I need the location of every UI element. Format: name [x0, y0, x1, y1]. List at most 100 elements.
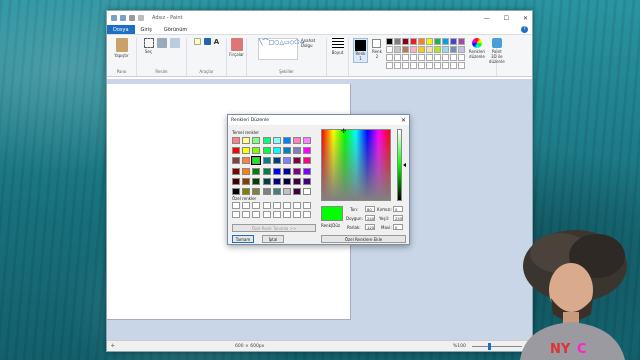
lum-field[interactable]: 120 — [365, 224, 375, 230]
palette-swatch-empty[interactable] — [393, 62, 401, 69]
basic-color-swatch[interactable] — [282, 147, 291, 155]
palette-swatch[interactable] — [417, 38, 425, 45]
basic-color-swatch[interactable] — [242, 147, 251, 155]
basic-color-swatch[interactable] — [293, 147, 302, 155]
basic-color-swatch[interactable] — [303, 137, 312, 144]
custom-color-swatch[interactable] — [232, 202, 240, 209]
custom-color-swatch[interactable] — [232, 211, 240, 219]
basic-color-swatch[interactable] — [272, 167, 281, 175]
brushes-button[interactable]: Fırçalar — [229, 38, 244, 57]
zoom-slider-thumb[interactable] — [488, 343, 491, 350]
palette-swatch-empty[interactable] — [385, 62, 393, 69]
basic-color-swatch[interactable] — [293, 137, 302, 144]
palette-swatch[interactable] — [409, 46, 417, 53]
basic-color-swatch[interactable] — [303, 147, 312, 155]
palette-swatch[interactable] — [393, 38, 401, 45]
custom-color-swatch[interactable] — [252, 202, 261, 209]
basic-color-swatch[interactable] — [252, 187, 261, 195]
custom-color-swatch[interactable] — [272, 202, 281, 209]
palette-swatch-empty[interactable] — [449, 62, 457, 69]
palette-swatch-empty[interactable] — [441, 54, 449, 61]
palette-swatch[interactable] — [457, 46, 465, 53]
basic-color-swatch[interactable] — [262, 147, 271, 155]
blue-field[interactable]: 0 — [393, 224, 403, 230]
basic-color-swatch[interactable] — [262, 187, 271, 195]
sat-field[interactable]: 240 — [365, 215, 375, 221]
select-button[interactable]: Seç — [143, 38, 154, 54]
crop-icon[interactable] — [156, 38, 167, 48]
save-icon[interactable] — [120, 15, 126, 21]
close-button[interactable]: ✕ — [523, 15, 528, 22]
palette-swatch[interactable] — [449, 46, 457, 53]
basic-color-swatch[interactable] — [272, 157, 281, 165]
pencil-icon[interactable] — [193, 38, 201, 45]
basic-color-swatch[interactable] — [303, 177, 312, 185]
custom-color-swatch[interactable] — [272, 211, 281, 219]
cancel-button[interactable]: İptal — [262, 235, 284, 243]
fill-icon[interactable] — [203, 38, 211, 45]
palette-swatch[interactable] — [401, 38, 409, 45]
palette-swatch[interactable] — [449, 38, 457, 45]
palette-swatch-empty[interactable] — [449, 54, 457, 61]
basic-color-swatch[interactable] — [252, 167, 261, 175]
palette-swatch[interactable] — [417, 46, 425, 53]
custom-color-swatch[interactable] — [303, 211, 312, 219]
custom-color-swatch[interactable] — [282, 211, 291, 219]
palette-swatch-empty[interactable] — [417, 62, 425, 69]
basic-color-swatch[interactable] — [232, 147, 240, 155]
shapes-gallery[interactable]: ╲⌒□○△▭◇⬠→ — [257, 38, 305, 60]
basic-color-swatch[interactable] — [262, 177, 271, 185]
palette-swatch-empty[interactable] — [441, 62, 449, 69]
palette-swatch-empty[interactable] — [457, 62, 465, 69]
palette-swatch[interactable] — [401, 46, 409, 53]
palette-swatch[interactable] — [385, 46, 393, 53]
text-icon[interactable]: A — [214, 38, 219, 46]
palette-swatch-empty[interactable] — [409, 62, 417, 69]
basic-color-swatch[interactable] — [232, 157, 240, 165]
hue-field[interactable]: 80 — [365, 206, 375, 212]
help-icon[interactable]: ? — [521, 26, 528, 33]
minimize-button[interactable]: — — [484, 15, 490, 22]
palette-swatch[interactable] — [425, 46, 433, 53]
basic-color-swatch[interactable] — [303, 167, 312, 175]
palette-swatch-empty[interactable] — [425, 54, 433, 61]
palette-swatch-empty[interactable] — [457, 54, 465, 61]
basic-color-swatch[interactable] — [293, 157, 302, 165]
basic-color-swatch[interactable] — [262, 157, 271, 165]
custom-color-swatch[interactable] — [252, 211, 261, 219]
basic-color-swatch[interactable] — [293, 167, 302, 175]
palette-swatch-empty[interactable] — [425, 62, 433, 69]
palette-swatch[interactable] — [441, 46, 449, 53]
basic-color-swatch[interactable] — [272, 147, 281, 155]
basic-color-swatch[interactable] — [242, 177, 251, 185]
basic-color-swatch[interactable] — [252, 177, 261, 185]
basic-color-swatch[interactable] — [242, 137, 251, 144]
palette-swatch-empty[interactable] — [409, 54, 417, 61]
basic-color-swatch[interactable] — [282, 167, 291, 175]
add-to-custom-colors-button[interactable]: Özel Renklere Ekle — [321, 235, 406, 243]
palette-swatch[interactable] — [433, 38, 441, 45]
paste-button[interactable]: Yapıştır — [114, 38, 129, 58]
basic-color-swatch[interactable] — [272, 187, 281, 195]
fill-button[interactable]: Dolgu — [301, 43, 315, 48]
basic-color-swatch[interactable] — [303, 157, 312, 165]
custom-color-swatch[interactable] — [242, 211, 251, 219]
palette-swatch-empty[interactable] — [385, 54, 393, 61]
palette-swatch-empty[interactable] — [401, 62, 409, 69]
basic-color-swatch[interactable] — [242, 187, 251, 195]
maximize-button[interactable]: ☐ — [504, 15, 509, 22]
palette-swatch[interactable] — [409, 38, 417, 45]
palette-swatch[interactable] — [457, 38, 465, 45]
basic-color-swatch[interactable] — [252, 137, 261, 144]
color1-button[interactable]: Renk 1 — [353, 38, 368, 63]
green-field[interactable]: 255 — [393, 215, 403, 221]
luminance-arrow-icon[interactable] — [403, 163, 406, 167]
basic-color-swatch[interactable] — [282, 177, 291, 185]
red-field[interactable]: 0 — [393, 206, 403, 212]
redo-icon[interactable] — [138, 15, 144, 21]
color-spectrum[interactable] — [321, 129, 391, 201]
basic-color-swatch[interactable] — [282, 157, 291, 165]
luminance-slider[interactable] — [397, 129, 402, 201]
color2-button[interactable]: Renk 2 — [372, 38, 382, 59]
dialog-close-button[interactable]: ✕ — [401, 117, 406, 124]
